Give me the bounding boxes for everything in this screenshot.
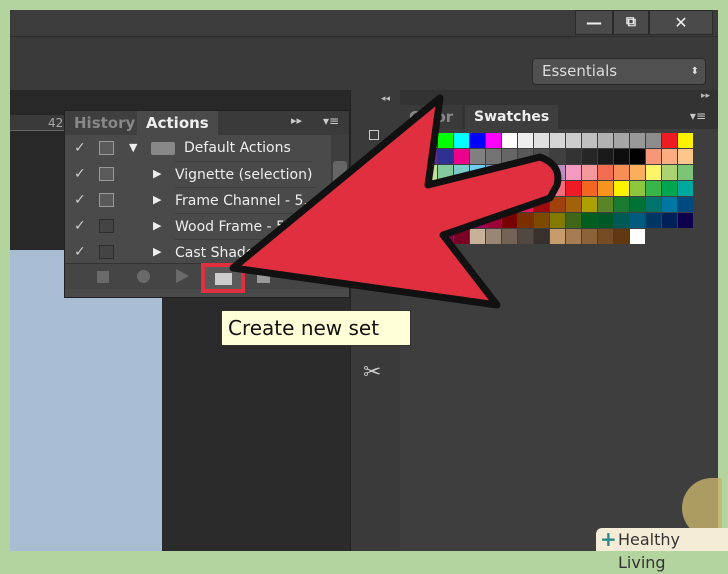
plus-icon: + xyxy=(600,527,617,551)
watermark-text: Healthy Living xyxy=(618,530,681,572)
red-arrow xyxy=(229,94,562,309)
arrow-shape xyxy=(229,94,562,309)
tooltip: Create new set xyxy=(221,310,411,346)
watermark-logo: + Healthy Living xyxy=(596,527,728,572)
